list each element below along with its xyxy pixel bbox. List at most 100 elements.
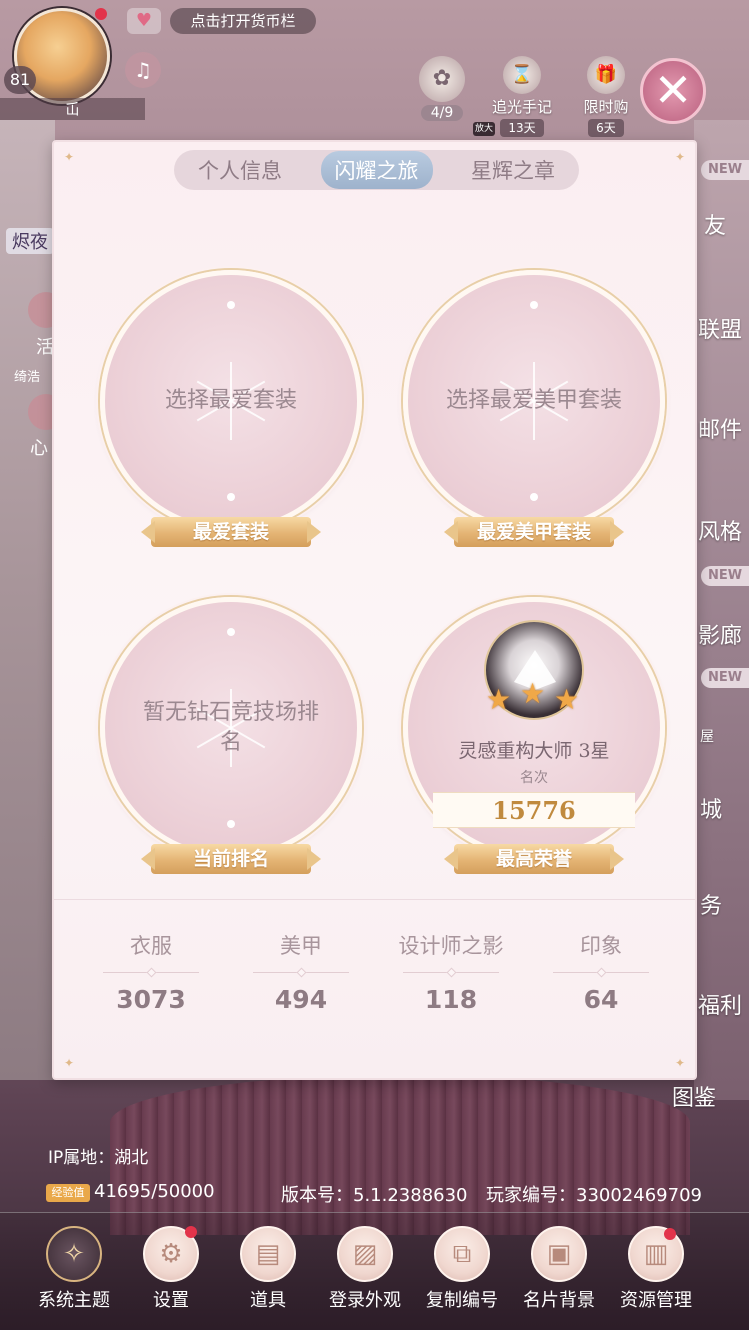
settings-notification-dot — [185, 1226, 197, 1238]
honor-star-icon: ★ — [554, 683, 580, 716]
quest-button[interactable]: ✿ 4/9 — [412, 56, 472, 121]
stat-impression: 印象 64 — [526, 930, 676, 1014]
stat-label: 设计师之影 — [398, 934, 504, 958]
bottom-label: 名片背景 — [523, 1290, 595, 1311]
resource-notification-dot — [664, 1228, 676, 1240]
side-menu-friends[interactable]: 友 — [704, 208, 726, 240]
copy-icon: ⧉ — [434, 1226, 490, 1282]
new-tag: NEW — [701, 566, 749, 586]
side-menu-alliance[interactable]: 联盟 — [698, 312, 742, 344]
honor-star-icon: ★ — [520, 677, 546, 710]
background-right-scene — [694, 120, 749, 1100]
event-journal-label: 追光手记 — [491, 98, 552, 116]
currency-bar-button[interactable]: 点击打开货币栏 — [170, 8, 316, 34]
bottom-label: 系统主题 — [38, 1290, 110, 1311]
limited-shop-label: 限时购 — [583, 98, 629, 116]
favorite-suit-prompt: 选择最爱套装 — [164, 388, 297, 413]
limited-shop-days: 6天 — [588, 119, 624, 137]
left-side-event[interactable]: 烬夜 — [6, 228, 54, 254]
left-side-label-4[interactable]: 心 — [30, 434, 48, 460]
tab-bar: 个人信息 闪耀之旅 星辉之章 — [174, 150, 579, 190]
card-background-button[interactable]: ▣ 名片背景 — [511, 1226, 607, 1312]
resource-management-button[interactable]: ▥ 资源管理 — [608, 1226, 704, 1312]
background-dress — [110, 1075, 690, 1235]
close-icon[interactable]: ✕ — [640, 58, 706, 124]
limited-shop-button[interactable]: 🎁 限时购 6天 — [570, 56, 642, 137]
corner-ornament: ✦ — [64, 150, 75, 164]
stat-label: 衣服 — [130, 934, 172, 958]
new-tag: NEW — [701, 160, 749, 180]
stat-value: 3073 — [116, 985, 186, 1014]
favorite-nail-slot[interactable]: 选择最爱美甲套装 最爱美甲套装 — [403, 270, 665, 547]
top-honor-ribbon: 最高荣誉 — [454, 844, 614, 874]
heart-icon[interactable]: ♥ — [127, 8, 161, 34]
music-icon[interactable]: ♫ — [125, 52, 161, 88]
avatar-notification-dot — [95, 8, 107, 20]
tab-personal-info[interactable]: 个人信息 — [184, 151, 296, 189]
side-menu-city[interactable]: 城 — [700, 792, 722, 824]
exp-badge: 经验值 — [46, 1184, 90, 1202]
honor-star-icon: ★ — [486, 683, 512, 716]
login-appearance-button[interactable]: ▨ 登录外观 — [317, 1226, 413, 1312]
current-rank-prompt: 暂无钻石竞技场排名 — [142, 700, 319, 755]
card-icon: ▣ — [531, 1226, 587, 1282]
side-menu-style[interactable]: 风格 — [698, 514, 742, 546]
side-menu-mail[interactable]: 邮件 — [698, 412, 742, 444]
honor-rank-value: 15776 — [433, 792, 635, 828]
honor-rank-label: 名次 — [520, 770, 548, 786]
profile-panel: ✦ ✦ ✦ ✦ 个人信息 闪耀之旅 星辉之章 选择最爱套装 最爱套装 选择最爱美… — [52, 140, 697, 1080]
bottom-label: 资源管理 — [620, 1290, 692, 1311]
stat-designer-shadow: 设计师之影 118 — [376, 930, 526, 1014]
current-rank-slot[interactable]: 暂无钻石竞技场排名 当前排名 — [100, 597, 362, 874]
background-left-scene — [0, 120, 55, 1080]
hourglass-icon: ⌛ — [503, 56, 541, 94]
stats-divider — [54, 899, 695, 900]
bag-icon: ▤ — [240, 1226, 296, 1282]
player-name: 屲 — [0, 98, 145, 120]
new-tag: NEW — [701, 668, 749, 688]
gift-icon: 🎁 — [587, 56, 625, 94]
system-theme-button[interactable]: ✧ 系统主题 — [26, 1226, 122, 1312]
image-icon: ▨ — [337, 1226, 393, 1282]
tab-shining-journey[interactable]: 闪耀之旅 — [320, 151, 433, 189]
level-badge: 81 — [4, 66, 36, 94]
bottom-label: 设置 — [153, 1290, 189, 1311]
stat-label: 美甲 — [280, 934, 322, 958]
exp-value: 41695/50000 — [94, 1181, 215, 1202]
dress-icon: ✿ — [419, 56, 465, 102]
bottom-label: 登录外观 — [329, 1290, 401, 1311]
side-menu-handbook[interactable]: 图鉴 — [672, 1080, 716, 1112]
stat-value: 118 — [424, 985, 478, 1014]
corner-ornament: ✦ — [675, 150, 686, 164]
side-menu-welfare[interactable]: 福利 — [698, 988, 742, 1020]
side-menu-house[interactable]: 屋 — [700, 726, 714, 746]
bottom-label: 复制编号 — [426, 1290, 498, 1311]
event-journal-days: 13天 — [500, 119, 544, 137]
stat-clothes: 衣服 3073 — [76, 930, 226, 1014]
event-journal-button[interactable]: ⌛ 追光手记 13天 — [484, 56, 560, 137]
theme-icon: ✧ — [46, 1226, 102, 1282]
stat-value: 64 — [583, 985, 619, 1014]
quest-count: 4/9 — [420, 105, 464, 121]
favorite-nail-ribbon: 最爱美甲套装 — [454, 517, 614, 547]
settings-button[interactable]: ⚙ 设置 — [123, 1226, 219, 1312]
top-honor-slot[interactable]: ★ ★ ★ 灵感重构大师 3星 名次 15776 最高荣誉 — [403, 597, 665, 874]
stat-label: 印象 — [580, 934, 622, 958]
version-number: 版本号：5.1.2388630 — [281, 1185, 468, 1206]
side-menu-tasks[interactable]: 务 — [700, 888, 722, 920]
favorite-suit-ribbon: 最爱套装 — [151, 517, 311, 547]
player-id: 玩家编号：33002469709 — [486, 1185, 702, 1206]
stat-nails: 美甲 494 — [226, 930, 376, 1014]
tab-star-badges[interactable]: 星辉之章 — [457, 151, 569, 189]
favorite-suit-slot[interactable]: 选择最爱套装 最爱套装 — [100, 270, 362, 547]
copy-id-button[interactable]: ⧉ 复制编号 — [414, 1226, 510, 1312]
stat-value: 494 — [274, 985, 328, 1014]
ip-location: IP属地：湖北 — [48, 1148, 149, 1168]
bottom-label: 道具 — [250, 1290, 286, 1311]
items-button[interactable]: ▤ 道具 — [220, 1226, 316, 1312]
left-side-label-3: 绮浩 — [14, 370, 41, 385]
honor-title: 灵感重构大师 3星 — [458, 740, 610, 762]
current-rank-ribbon: 当前排名 — [151, 844, 311, 874]
corner-ornament: ✦ — [64, 1056, 75, 1070]
side-menu-gallery[interactable]: 影廊 — [698, 618, 742, 650]
